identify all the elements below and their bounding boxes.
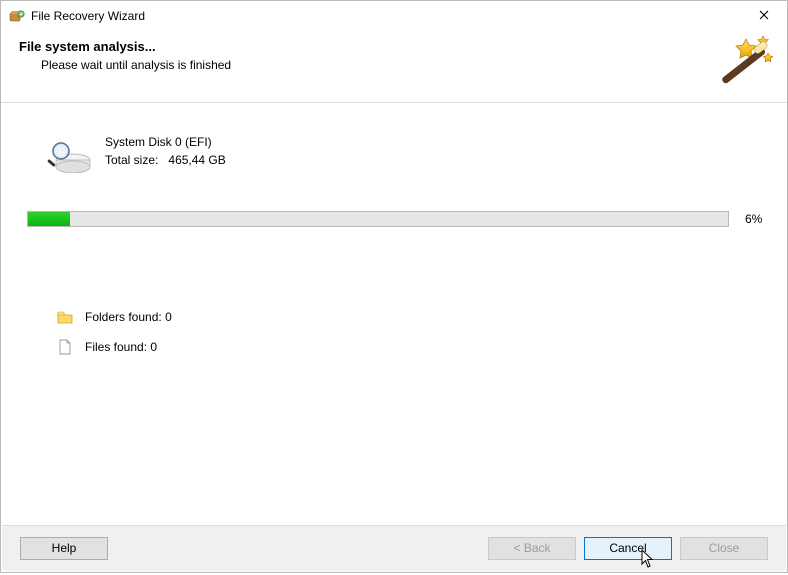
window-title: File Recovery Wizard: [31, 9, 741, 23]
close-window-button[interactable]: [741, 1, 787, 31]
disk-size-value: 465,44 GB: [168, 153, 225, 167]
back-button: < Back: [488, 537, 576, 560]
progress-percent: 6%: [745, 212, 773, 226]
folders-found-label: Folders found: 0: [85, 310, 172, 324]
wizard-wand-icon: [719, 35, 779, 89]
file-icon: [57, 339, 73, 355]
progress-bar: [27, 211, 729, 227]
progress-fill: [28, 212, 70, 226]
folders-found-count: 0: [165, 310, 172, 324]
folder-icon: [57, 309, 73, 325]
disk-size: Total size: 465,44 GB: [105, 153, 226, 167]
app-icon: [9, 8, 25, 24]
disk-name: System Disk 0 (EFI): [105, 135, 226, 149]
close-button: Close: [680, 537, 768, 560]
files-found-label: Files found: 0: [85, 340, 157, 354]
disk-size-label: Total size:: [105, 153, 158, 167]
page-heading: File system analysis...: [19, 39, 777, 54]
close-icon: [759, 9, 769, 23]
cancel-button[interactable]: Cancel: [584, 537, 672, 560]
files-found-count: 0: [150, 340, 157, 354]
disk-magnifier-icon: [47, 139, 91, 173]
help-button[interactable]: Help: [20, 537, 108, 560]
page-subheading: Please wait until analysis is finished: [41, 58, 777, 72]
